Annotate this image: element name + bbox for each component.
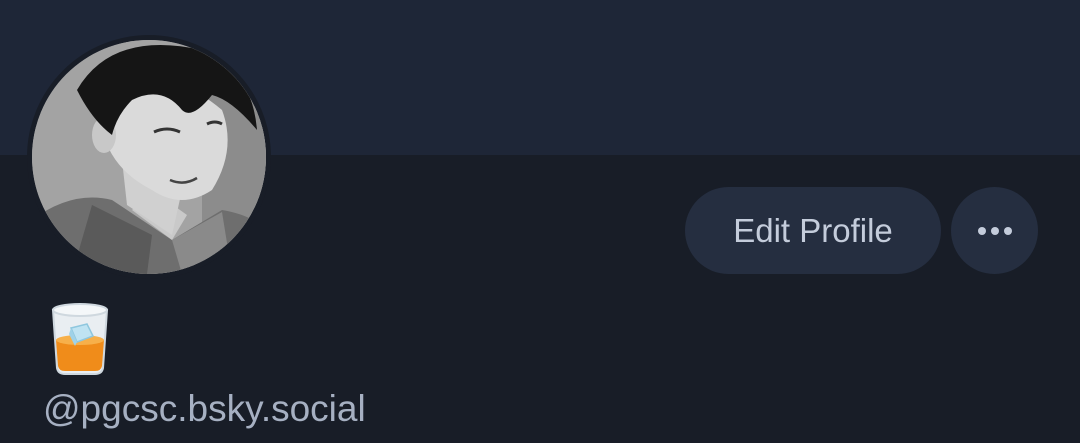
profile-avatar[interactable] bbox=[27, 35, 271, 279]
display-name-emoji bbox=[47, 300, 113, 376]
avatar-image bbox=[32, 40, 266, 274]
ellipsis-icon bbox=[977, 226, 1012, 235]
profile-handle: @pgcsc.bsky.social bbox=[43, 388, 366, 429]
more-options-button[interactable] bbox=[951, 187, 1038, 274]
edit-profile-button[interactable]: Edit Profile bbox=[685, 187, 941, 274]
tumbler-glass-icon bbox=[51, 303, 109, 375]
